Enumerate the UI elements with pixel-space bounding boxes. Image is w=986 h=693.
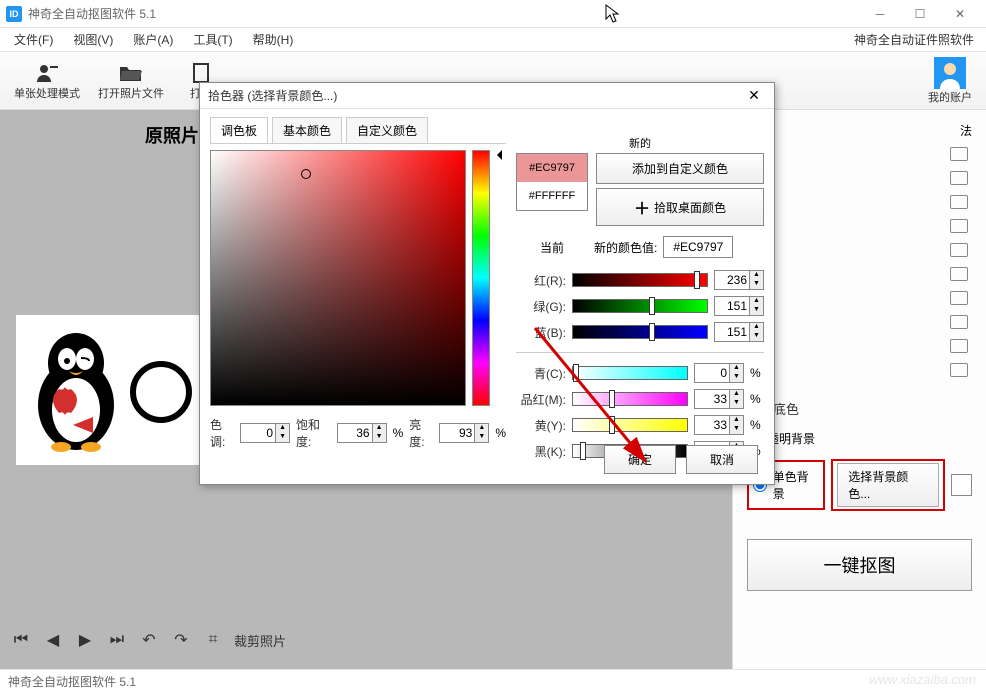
red-slider[interactable] xyxy=(572,273,708,287)
new-label: 新的 xyxy=(516,135,764,151)
current-color-swatch: #FFFFFF xyxy=(517,182,587,210)
brand-label: 神奇全自动证件照软件 xyxy=(854,31,982,48)
menu-help[interactable]: 帮助(H) xyxy=(243,28,304,51)
option-icon[interactable] xyxy=(950,243,968,257)
val-label: 亮度: xyxy=(409,416,433,450)
tab-palette[interactable]: 调色板 xyxy=(210,117,268,143)
method-suffix: 法 xyxy=(960,122,972,139)
transparent-bg-option[interactable]: 透明背景 xyxy=(747,426,972,451)
hue-slider[interactable] xyxy=(472,150,490,406)
hue-input[interactable]: ▲▼ xyxy=(240,423,290,443)
current-label: 当前 xyxy=(516,239,588,256)
document-icon xyxy=(187,61,215,85)
menu-account[interactable]: 账户(A) xyxy=(123,28,183,51)
option-icon[interactable] xyxy=(950,363,968,377)
status-text: 神奇全自动抠图软件 5.1 xyxy=(8,673,136,690)
ok-button[interactable]: 确定 xyxy=(604,445,676,474)
new-value-label: 新的颜色值: xyxy=(594,239,657,256)
new-color-swatch: #EC9797 xyxy=(517,154,587,182)
cyan-input[interactable]: ▲▼ xyxy=(694,363,744,383)
avatar-icon xyxy=(934,57,966,89)
cyan-slider[interactable] xyxy=(572,366,688,380)
rotate-right-icon[interactable]: ↷ xyxy=(170,629,192,651)
app-icon: ID xyxy=(6,6,22,22)
picker-tabs: 调色板 基本颜色 自定义颜色 xyxy=(210,117,506,144)
option-icon[interactable] xyxy=(950,171,968,185)
magenta-input[interactable]: ▲▼ xyxy=(694,389,744,409)
bg-section-title: 背景底色 xyxy=(747,399,972,418)
choose-bg-color-button[interactable]: 选择背景颜色... xyxy=(837,463,938,507)
pick-desktop-color-button[interactable]: ＋拾取桌面颜色 xyxy=(596,188,764,226)
sv-cursor xyxy=(301,169,311,179)
close-button[interactable]: ✕ xyxy=(940,0,980,28)
dialog-title: 拾色器 (选择背景颜色...) xyxy=(208,87,742,104)
titlebar: ID 神奇全自动抠图软件 5.1 ─ ☐ ✕ xyxy=(0,0,986,28)
cancel-button[interactable]: 取消 xyxy=(686,445,758,474)
yellow-input[interactable]: ▲▼ xyxy=(694,415,744,435)
hue-label: 色调: xyxy=(210,416,234,450)
color-compare-swatches: #EC9797 #FFFFFF xyxy=(516,153,588,211)
watermark: www.xiazaiba.com xyxy=(869,672,976,687)
sat-input[interactable]: ▲▼ xyxy=(337,423,387,443)
option-icon[interactable] xyxy=(950,147,968,161)
hue-indicator xyxy=(496,150,506,406)
option-icon[interactable] xyxy=(950,339,968,353)
statusbar: 神奇全自动抠图软件 5.1 xyxy=(0,669,986,693)
crop-icon[interactable]: ⌗ xyxy=(202,629,224,651)
minimize-button[interactable]: ─ xyxy=(860,0,900,28)
yellow-slider[interactable] xyxy=(572,418,688,432)
my-account-button[interactable]: 我的账户 xyxy=(920,53,980,109)
prev-icon[interactable]: ◀ xyxy=(42,629,64,651)
red-input[interactable]: ▲▼ xyxy=(714,270,764,290)
tab-basic[interactable]: 基本颜色 xyxy=(272,117,342,143)
magenta-slider[interactable] xyxy=(572,392,688,406)
blue-input[interactable]: ▲▼ xyxy=(714,322,764,342)
penguin-image xyxy=(31,325,121,455)
folder-open-icon xyxy=(117,61,145,85)
option-icon[interactable] xyxy=(950,267,968,281)
tab-custom[interactable]: 自定义颜色 xyxy=(346,117,428,143)
color-picker-dialog: 拾色器 (选择背景颜色...) ✕ 调色板 基本颜色 自定义颜色 色调: ▲▼ … xyxy=(199,82,775,485)
circle-overlay xyxy=(126,357,196,427)
green-input[interactable]: ▲▼ xyxy=(714,296,764,316)
add-custom-color-button[interactable]: 添加到自定义颜色 xyxy=(596,153,764,184)
option-icon[interactable] xyxy=(950,315,968,329)
option-icon[interactable] xyxy=(950,195,968,209)
maximize-button[interactable]: ☐ xyxy=(900,0,940,28)
option-icon[interactable] xyxy=(950,219,968,233)
original-photo-label: 原照片 xyxy=(145,122,199,148)
single-mode-button[interactable]: 单张处理模式 xyxy=(6,57,88,105)
preview-image xyxy=(16,315,201,465)
menu-view[interactable]: 视图(V) xyxy=(63,28,123,51)
crop-label: 裁剪照片 xyxy=(234,631,286,650)
menu-file[interactable]: 文件(F) xyxy=(4,28,63,51)
open-photo-button[interactable]: 打开照片文件 xyxy=(90,57,172,105)
rotate-left-icon[interactable]: ↶ xyxy=(138,629,160,651)
val-input[interactable]: ▲▼ xyxy=(439,423,489,443)
sat-label: 饱和度: xyxy=(296,416,331,450)
green-slider[interactable] xyxy=(572,299,708,313)
blue-slider[interactable] xyxy=(572,325,708,339)
next-icon[interactable]: ▶ xyxy=(74,629,96,651)
last-page-icon[interactable]: ⏭ xyxy=(106,629,128,651)
menubar: 文件(F) 视图(V) 账户(A) 工具(T) 帮助(H) 神奇全自动证件照软件 xyxy=(0,28,986,52)
choose-color-highlight: 选择背景颜色... xyxy=(831,459,944,511)
hex-input[interactable] xyxy=(663,236,733,258)
first-page-icon[interactable]: ⏮ xyxy=(10,629,32,651)
option-icon[interactable] xyxy=(950,291,968,305)
person-icon xyxy=(33,61,61,85)
bottom-toolbar: ⏮ ◀ ▶ ⏭ ↶ ↷ ⌗ 裁剪照片 xyxy=(10,629,286,651)
dialog-close-button[interactable]: ✕ xyxy=(742,86,766,106)
app-title: 神奇全自动抠图软件 5.1 xyxy=(28,5,860,22)
bg-color-swatch[interactable] xyxy=(951,474,972,496)
saturation-value-picker[interactable] xyxy=(210,150,466,406)
menu-tools[interactable]: 工具(T) xyxy=(183,28,242,51)
auto-cutout-button[interactable]: 一键抠图 xyxy=(747,539,972,591)
dialog-titlebar: 拾色器 (选择背景颜色...) ✕ xyxy=(200,83,774,109)
